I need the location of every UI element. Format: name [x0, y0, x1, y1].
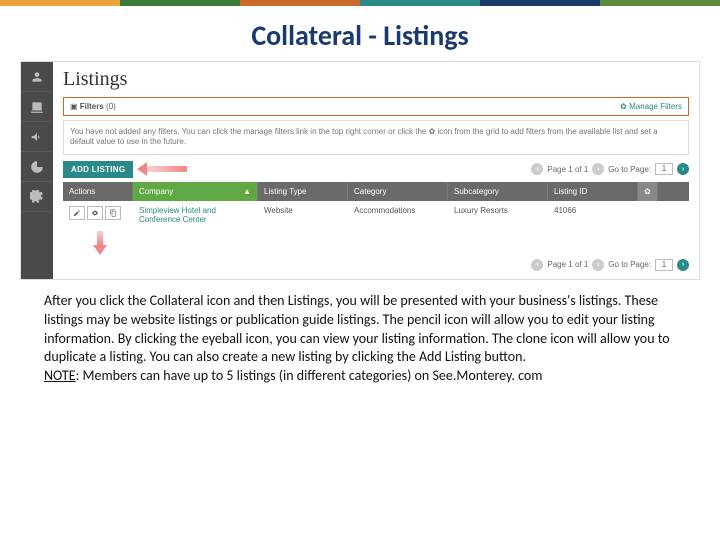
pager-top: ‹ Page 1 of 1 › Go to Page: 1 › [531, 163, 689, 175]
top-color-bar [0, 0, 720, 6]
prev-page-icon[interactable]: ‹ [531, 163, 543, 175]
page-label: Page 1 of 1 [547, 165, 588, 174]
goto-page-button[interactable]: › [677, 163, 689, 175]
goto-page-input[interactable]: 1 [655, 163, 673, 175]
col-category[interactable]: Category [348, 182, 448, 201]
filter-toggle-icon[interactable]: ▣ [70, 102, 78, 111]
pencil-icon [73, 209, 81, 217]
note-label: NOTE [44, 367, 76, 384]
cell-type: Website [258, 201, 348, 229]
page-label: Page 1 of 1 [547, 260, 588, 269]
next-page-icon[interactable]: › [592, 259, 604, 271]
col-type[interactable]: Listing Type [258, 182, 348, 201]
clone-button[interactable] [105, 206, 121, 220]
filters-count: (0) [106, 102, 116, 111]
table-row: Simpleview Hotel and Conference Center W… [63, 201, 689, 229]
pager-bottom: ‹ Page 1 of 1 › Go to Page: 1 › [531, 259, 689, 271]
slide-body-text: After you click the Collateral icon and … [0, 280, 720, 386]
cell-category: Accommodations [348, 201, 448, 229]
filters-panel: ▣ Filters (0) ✿ Manage Filters [63, 97, 689, 116]
cell-company[interactable]: Simpleview Hotel and Conference Center [133, 201, 258, 229]
goto-label: Go to Page: [608, 165, 651, 174]
eye-icon [91, 209, 99, 217]
manage-filters-link[interactable]: ✿ Manage Filters [620, 102, 682, 111]
megaphone-icon[interactable] [21, 122, 53, 152]
cell-subcategory: Luxury Resorts [448, 201, 548, 229]
col-subcategory[interactable]: Subcategory [448, 182, 548, 201]
collateral-icon[interactable] [21, 92, 53, 122]
edit-button[interactable] [69, 206, 85, 220]
profile-icon[interactable] [21, 62, 53, 92]
next-page-icon[interactable]: › [592, 163, 604, 175]
sidebar [21, 62, 53, 279]
add-listing-button[interactable]: ADD LISTING [63, 161, 133, 178]
view-button[interactable] [87, 206, 103, 220]
col-actions: Actions [63, 182, 133, 201]
arrow-annotation-down [93, 231, 107, 255]
goto-page-input[interactable]: 1 [655, 259, 673, 271]
cell-id: 41066 [548, 201, 638, 229]
col-company[interactable]: Company▲ [133, 182, 258, 201]
grid-header: Actions Company▲ Listing Type Category S… [63, 182, 689, 201]
sort-asc-icon: ▲ [243, 187, 251, 196]
prev-page-icon[interactable]: ‹ [531, 259, 543, 271]
gear-icon: ✿ [620, 102, 627, 111]
goto-label: Go to Page: [608, 260, 651, 269]
arrow-annotation-left [137, 162, 187, 176]
content-area: Listings ▣ Filters (0) ✿ Manage Filters … [53, 62, 699, 279]
page-title: Listings [63, 68, 689, 91]
col-id[interactable]: Listing ID [548, 182, 638, 201]
filters-label: Filters [80, 102, 104, 111]
info-message: You have not added any filters. You can … [63, 120, 689, 155]
clone-icon [109, 209, 117, 217]
settings-icon[interactable] [21, 182, 53, 212]
goto-page-button[interactable]: › [677, 259, 689, 271]
grid-settings-icon[interactable]: ✿ [638, 182, 658, 201]
slide-title: Collateral - Listings [0, 6, 720, 61]
app-screenshot: Listings ▣ Filters (0) ✿ Manage Filters … [20, 61, 700, 280]
listing-toolbar: ADD LISTING ‹ Page 1 of 1 › Go to Page: … [63, 161, 689, 178]
reports-icon[interactable] [21, 152, 53, 182]
